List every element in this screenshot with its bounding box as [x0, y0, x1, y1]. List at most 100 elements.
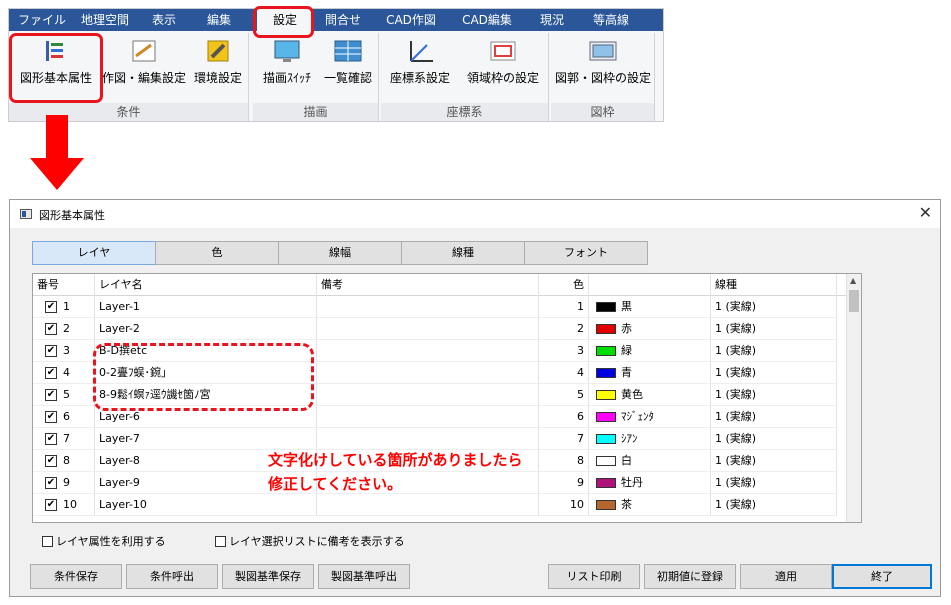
color-swatch-cell[interactable]: 白 — [589, 450, 711, 472]
color-number-cell[interactable]: 4 — [539, 362, 589, 384]
color-swatch-cell[interactable]: 茶 — [589, 494, 711, 516]
environment-settings-button[interactable]: 環境設定 — [189, 37, 247, 93]
layer-name-cell[interactable]: Layer-7 — [95, 428, 317, 450]
note-cell[interactable] — [317, 362, 539, 384]
color-swatch-cell[interactable]: 赤 — [589, 318, 711, 340]
menu-view[interactable]: 表示 — [139, 9, 189, 31]
menu-cad-edit[interactable]: CAD編集 — [455, 9, 519, 31]
checkbox-unchecked[interactable] — [215, 536, 226, 547]
row-checkbox[interactable]: ✔ — [45, 345, 57, 357]
scroll-up-icon[interactable]: ▲ — [850, 276, 856, 285]
color-number-cell[interactable]: 7 — [539, 428, 589, 450]
color-swatch-cell[interactable]: 黄色 — [589, 384, 711, 406]
line-type-cell[interactable]: 1 (実線) — [711, 362, 837, 384]
line-type-cell[interactable]: 1 (実線) — [711, 296, 837, 318]
scroll-thumb[interactable] — [849, 290, 859, 312]
color-number-cell[interactable]: 2 — [539, 318, 589, 340]
note-cell[interactable] — [317, 318, 539, 340]
group-label-frame: 図枠 — [551, 103, 654, 121]
menu-query[interactable]: 問合せ — [315, 9, 371, 31]
color-swatch-cell[interactable]: 青 — [589, 362, 711, 384]
save-standard-button[interactable]: 製図基準保存 — [222, 564, 314, 589]
row-checkbox[interactable]: ✔ — [45, 433, 57, 445]
color-number-cell[interactable]: 1 — [539, 296, 589, 318]
layer-name-cell[interactable]: Layer-1 — [95, 296, 317, 318]
load-conditions-button[interactable]: 条件呼出 — [126, 564, 218, 589]
draw-switch-button[interactable]: 描画ｽｲｯﾁ — [255, 37, 319, 93]
map-frame-settings-button[interactable]: 図郭・図枠の設定 — [553, 37, 653, 93]
area-frame-settings-button[interactable]: 領域枠の設定 — [459, 37, 547, 93]
menu-contour[interactable]: 等高線 — [581, 9, 641, 31]
row-checkbox[interactable]: ✔ — [45, 411, 57, 423]
table-row[interactable]: ✔ 2 Layer-2 2 赤 1 (実線) — [33, 318, 848, 340]
note-cell[interactable] — [317, 428, 539, 450]
table-row[interactable]: ✔ 10 Layer-10 10 茶 1 (実線) — [33, 494, 848, 516]
header-line-type[interactable]: 線種 — [711, 274, 837, 296]
list-check-button[interactable]: 一覧確認 — [319, 37, 377, 93]
line-type-cell[interactable]: 1 (実線) — [711, 472, 837, 494]
note-cell[interactable] — [317, 406, 539, 428]
table-row[interactable]: ✔ 7 Layer-7 7 ｼｱﾝ 1 (実線) — [33, 428, 848, 450]
note-cell[interactable] — [317, 384, 539, 406]
color-number-cell[interactable]: 8 — [539, 450, 589, 472]
close-button[interactable]: 終了 — [832, 564, 932, 589]
note-cell[interactable] — [317, 494, 539, 516]
line-type-cell[interactable]: 1 (実線) — [711, 450, 837, 472]
header-number[interactable]: 番号 — [33, 274, 95, 296]
line-type-cell[interactable]: 1 (実線) — [711, 384, 837, 406]
show-notes-option[interactable]: レイヤ選択リストに備考を表示する — [215, 533, 405, 549]
layer-name-cell[interactable]: Layer-10 — [95, 494, 317, 516]
table-scrollbar[interactable]: ▲ — [846, 274, 861, 522]
line-type-cell[interactable]: 1 (実線) — [711, 406, 837, 428]
color-number-cell[interactable]: 3 — [539, 340, 589, 362]
load-standard-button[interactable]: 製図基準呼出 — [318, 564, 410, 589]
row-checkbox[interactable]: ✔ — [45, 455, 57, 467]
header-color[interactable]: 色 — [539, 274, 589, 296]
row-checkbox[interactable]: ✔ — [45, 499, 57, 511]
tab-color[interactable]: 色 — [155, 241, 279, 265]
color-swatch-cell[interactable]: ﾏｼﾞｪﾝﾀ — [589, 406, 711, 428]
print-list-button[interactable]: リスト印刷 — [548, 564, 640, 589]
row-checkbox[interactable]: ✔ — [45, 389, 57, 401]
color-swatch-cell[interactable]: 牡丹 — [589, 472, 711, 494]
use-layer-attributes-option[interactable]: レイヤ属性を利用する — [42, 533, 166, 549]
tab-line-type[interactable]: 線種 — [401, 241, 525, 265]
table-row[interactable]: ✔ 1 Layer-1 1 黒 1 (実線) — [33, 296, 848, 318]
menu-file[interactable]: ファイル — [13, 9, 71, 31]
note-cell[interactable] — [317, 296, 539, 318]
line-type-cell[interactable]: 1 (実線) — [711, 340, 837, 362]
checkbox-unchecked[interactable] — [42, 536, 53, 547]
header-swatch[interactable] — [589, 274, 711, 296]
draw-edit-settings-button[interactable]: 作図・編集設定 — [101, 37, 187, 93]
line-type-cell[interactable]: 1 (実線) — [711, 428, 837, 450]
color-number-cell[interactable]: 5 — [539, 384, 589, 406]
menu-edit[interactable]: 編集 — [193, 9, 245, 31]
row-checkbox[interactable]: ✔ — [45, 477, 57, 489]
color-swatch-cell[interactable]: 緑 — [589, 340, 711, 362]
menu-cad-draw[interactable]: CAD作図 — [379, 9, 443, 31]
register-defaults-button[interactable]: 初期値に登録 — [644, 564, 736, 589]
menu-current[interactable]: 現況 — [529, 9, 575, 31]
color-number-cell[interactable]: 6 — [539, 406, 589, 428]
note-cell[interactable] — [317, 340, 539, 362]
row-checkbox[interactable]: ✔ — [45, 323, 57, 335]
row-checkbox[interactable]: ✔ — [45, 367, 57, 379]
color-number-cell[interactable]: 10 — [539, 494, 589, 516]
coordinate-settings-button[interactable]: 座標系設定 — [383, 37, 457, 93]
layer-name-cell[interactable]: Layer-2 — [95, 318, 317, 340]
menu-geospatial[interactable]: 地理空間 — [75, 9, 135, 31]
color-swatch-cell[interactable]: 黒 — [589, 296, 711, 318]
tab-layer[interactable]: レイヤ — [32, 241, 156, 265]
save-conditions-button[interactable]: 条件保存 — [30, 564, 122, 589]
tab-line-width[interactable]: 線幅 — [278, 241, 402, 265]
apply-button[interactable]: 適用 — [740, 564, 832, 589]
line-type-cell[interactable]: 1 (実線) — [711, 318, 837, 340]
line-type-cell[interactable]: 1 (実線) — [711, 494, 837, 516]
close-icon[interactable]: ✕ — [919, 203, 932, 222]
header-note[interactable]: 備考 — [317, 274, 539, 296]
row-checkbox[interactable]: ✔ — [45, 301, 57, 313]
color-number-cell[interactable]: 9 — [539, 472, 589, 494]
tab-font[interactable]: フォント — [524, 241, 648, 265]
color-swatch-cell[interactable]: ｼｱﾝ — [589, 428, 711, 450]
header-layer-name[interactable]: レイヤ名 — [95, 274, 317, 296]
